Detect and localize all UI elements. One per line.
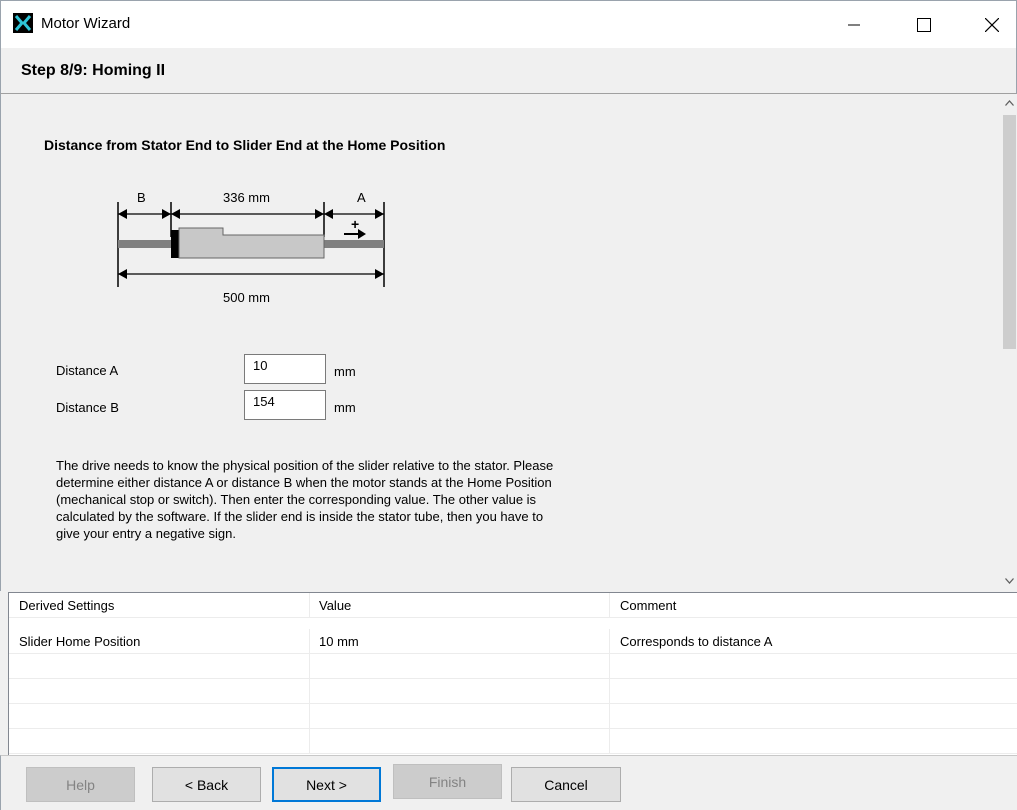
distance-b-input[interactable] <box>244 390 326 420</box>
distance-b-label: Distance B <box>56 400 119 415</box>
step-header: Step 8/9: Homing II <box>0 48 1017 94</box>
app-logo-icon <box>13 13 33 33</box>
table-cell <box>610 679 1017 704</box>
dimension-a-arrow-left <box>324 209 333 219</box>
column-header-value[interactable]: Value <box>310 593 610 618</box>
distance-a-unit: mm <box>334 364 356 379</box>
distance-a-label: Distance A <box>56 363 119 378</box>
scroll-up-button[interactable] <box>1001 94 1017 111</box>
maximize-icon <box>917 18 931 32</box>
description-line: (mechanical stop or switch). Then enter … <box>56 492 537 507</box>
column-header-derived-settings[interactable]: Derived Settings <box>9 593 310 618</box>
table-row[interactable] <box>9 729 1017 754</box>
stator-body <box>178 227 325 259</box>
label-b: B <box>137 192 146 205</box>
table-cell <box>9 729 310 754</box>
next-button[interactable]: Next > <box>272 767 381 802</box>
step-title: Step 8/9: Homing II <box>21 62 166 79</box>
dimension-total-arrow-right <box>375 269 384 279</box>
wizard-content: Distance from Stator End to Slider End a… <box>0 94 1017 591</box>
table-row[interactable]: Slider Home Position 10 mm Corresponds t… <box>9 629 1017 654</box>
table-cell: Corresponds to distance A <box>610 629 1017 654</box>
minimize-button[interactable] <box>831 1 877 49</box>
table-row[interactable] <box>9 679 1017 704</box>
direction-plus-sign: + <box>351 216 359 232</box>
table-cell <box>610 729 1017 754</box>
description-line: determine either distance A or distance … <box>56 475 552 490</box>
minimize-icon <box>848 24 860 26</box>
table-row[interactable] <box>9 704 1017 729</box>
vertical-scrollbar[interactable] <box>1001 94 1017 591</box>
table-header-row: Derived Settings Value Comment <box>9 593 1017 618</box>
table-cell <box>9 654 310 679</box>
window-title: Motor Wizard <box>41 15 131 32</box>
table-cell <box>9 704 310 729</box>
maximize-button[interactable] <box>901 1 947 49</box>
stator-end-cap <box>171 230 179 258</box>
finish-button[interactable]: Finish <box>393 764 502 799</box>
cancel-button[interactable]: Cancel <box>511 767 621 802</box>
dimension-a-arrow-right <box>375 209 384 219</box>
dimension-stator-arrow-left <box>171 209 180 219</box>
dimension-b-arrow-right <box>162 209 171 219</box>
close-icon <box>985 18 999 32</box>
description-line: give your entry a negative sign. <box>56 526 236 541</box>
help-description: The drive needs to know the physical pos… <box>56 457 706 542</box>
table-cell <box>310 704 610 729</box>
wizard-footer: Help < Back Next > Finish Cancel <box>0 755 1017 810</box>
scrollbar-thumb[interactable] <box>1003 115 1016 349</box>
motor-dimension-diagram: B 336 mm A + 500 mm <box>117 192 385 305</box>
scroll-down-button[interactable] <box>1001 572 1017 589</box>
label-stator-length: 336 mm <box>223 192 270 205</box>
table-cell: 10 mm <box>310 629 610 654</box>
label-total-length: 500 mm <box>223 290 270 305</box>
close-button[interactable] <box>969 1 1015 49</box>
derived-settings-table: Derived Settings Value Comment Slider Ho… <box>8 592 1017 755</box>
column-header-comment[interactable]: Comment <box>610 593 1017 618</box>
dimension-stator-arrow-right <box>315 209 324 219</box>
description-line: The drive needs to know the physical pos… <box>56 458 554 473</box>
distance-b-unit: mm <box>334 400 356 415</box>
dimension-b-arrow-left <box>118 209 127 219</box>
description-line: calculated by the software. If the slide… <box>56 509 544 524</box>
direction-arrow-head <box>358 229 366 239</box>
table-cell <box>610 654 1017 679</box>
table-row[interactable] <box>9 654 1017 679</box>
table-cell <box>610 704 1017 729</box>
back-button[interactable]: < Back <box>152 767 261 802</box>
table-cell <box>310 679 610 704</box>
label-a: A <box>357 192 366 205</box>
table-cell <box>310 654 610 679</box>
table-cell <box>9 679 310 704</box>
chevron-down-icon <box>1005 577 1014 584</box>
table-cell <box>310 729 610 754</box>
section-heading: Distance from Stator End to Slider End a… <box>44 137 446 153</box>
distance-a-input[interactable] <box>244 354 326 384</box>
dimension-total-arrow-left <box>118 269 127 279</box>
title-bar: Motor Wizard <box>0 0 1017 48</box>
help-button[interactable]: Help <box>26 767 135 802</box>
table-cell: Slider Home Position <box>9 629 310 654</box>
chevron-up-icon <box>1005 99 1014 106</box>
